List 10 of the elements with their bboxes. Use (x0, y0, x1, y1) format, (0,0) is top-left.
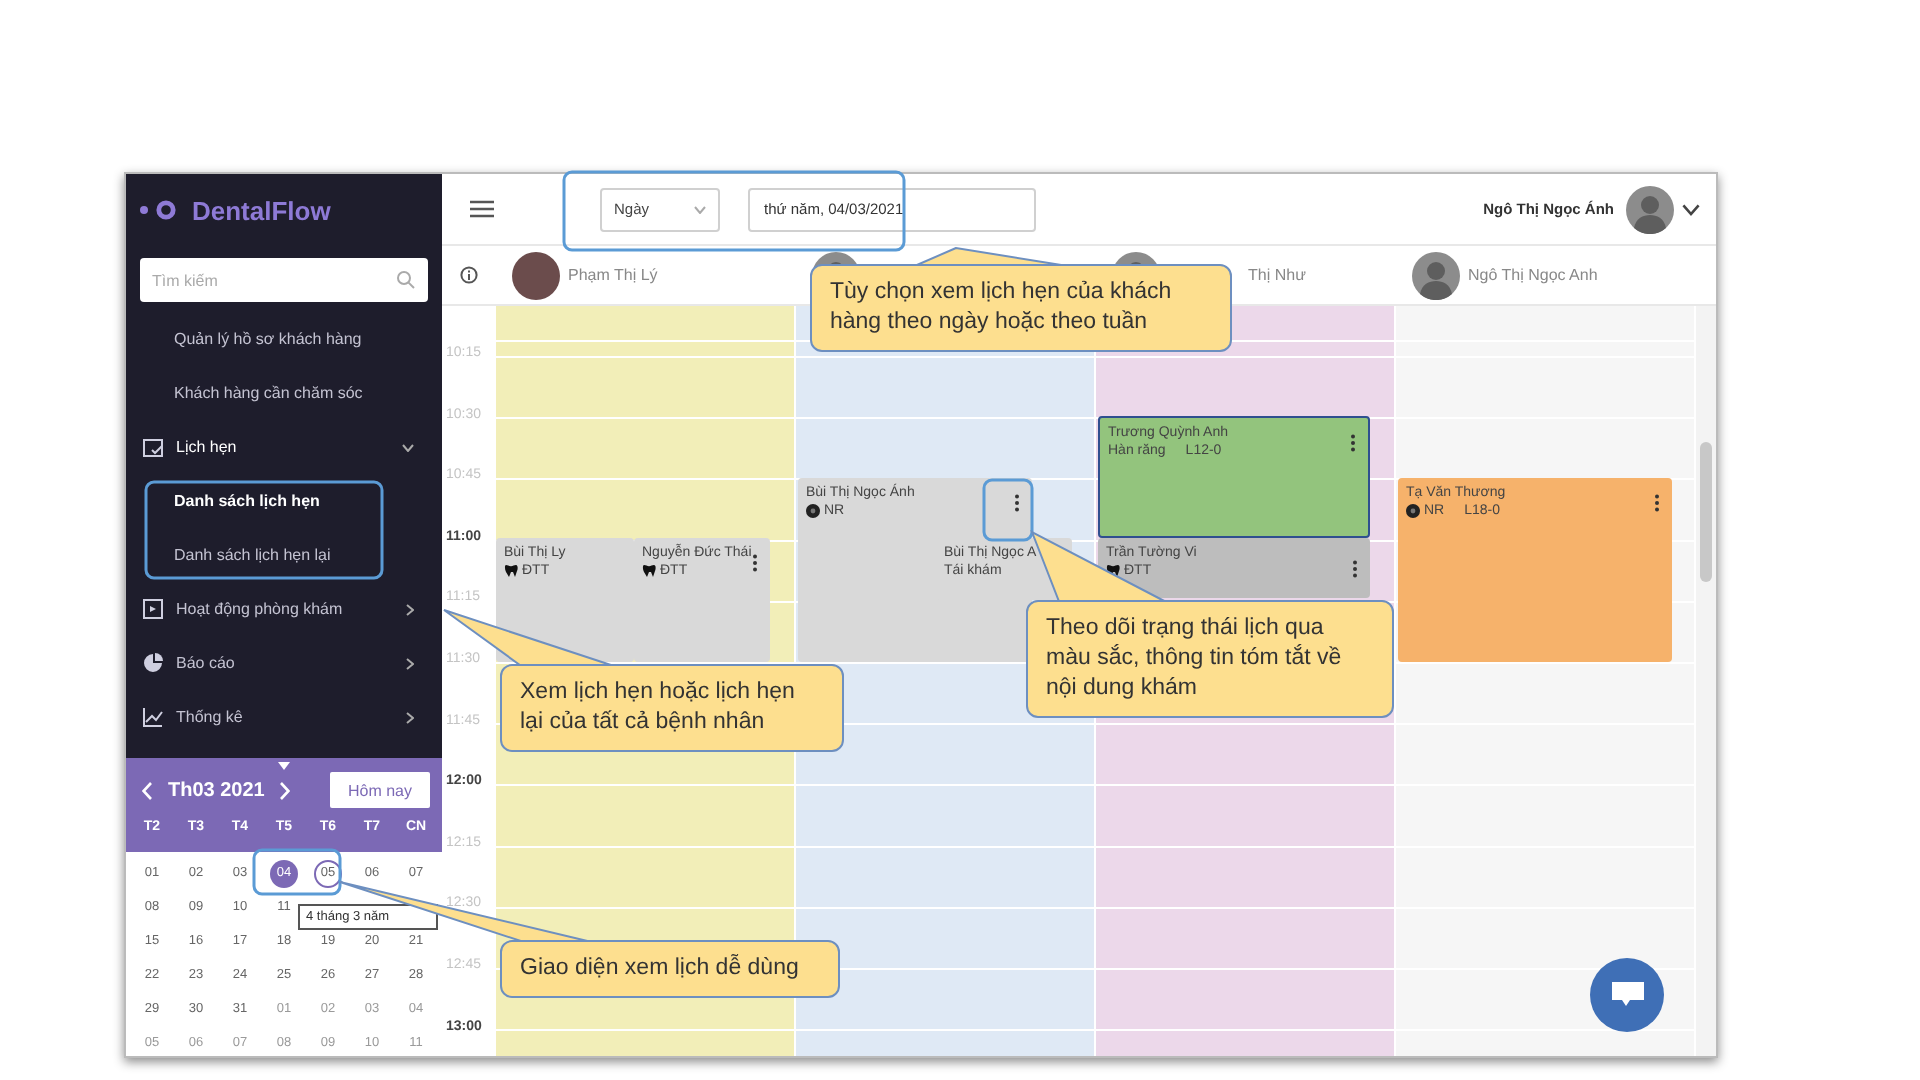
calendar-month: Th03 2021 (168, 779, 265, 801)
nav-group-label: Hoạt động phòng khám (176, 600, 345, 618)
nav-group-label: Lịch hẹn (176, 438, 239, 456)
nav-group-label: Báo cáo (176, 654, 237, 672)
nav-group-label: Thống kê (176, 708, 245, 726)
callout-note: Giao diện xem lịch dễ dùng (500, 940, 840, 998)
staff-name: Phạm Thị Lý (568, 266, 658, 284)
staff-name: Ngô Thị Ngọc Anh (1468, 266, 1598, 284)
staff-name: Thị Như (1248, 266, 1306, 284)
logo-text: DentalFlow (192, 195, 331, 225)
